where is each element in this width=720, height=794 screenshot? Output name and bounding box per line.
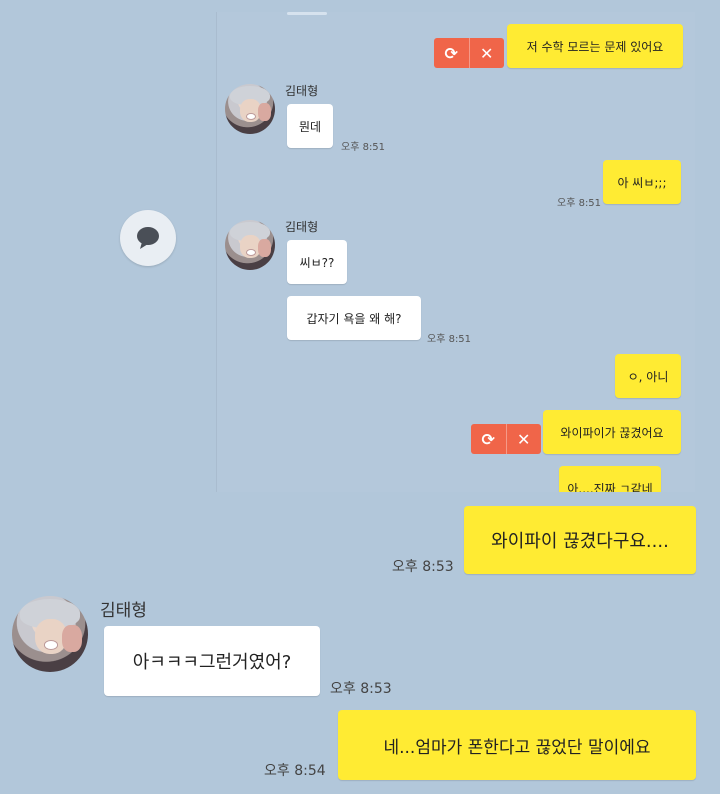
scroll-indicator bbox=[287, 12, 327, 15]
message-time: 오후 8:51 bbox=[557, 198, 602, 209]
failed-message-actions: ⟳ ✕ bbox=[434, 38, 504, 68]
inner-chat-screenshot: ⟳ ✕ 저 수학 모르는 문제 있어요 김태형 뭔데 오후 8:51 오후 8:… bbox=[216, 12, 695, 492]
chat-bubble-button[interactable] bbox=[120, 210, 176, 266]
message-bubble[interactable]: 와이파이가 끊겼어요 bbox=[543, 410, 681, 454]
message-time: 오후 8:54 bbox=[264, 763, 326, 779]
sender-name: 김태형 bbox=[100, 601, 147, 621]
message-bubble[interactable]: 와이파이 끊겼다구요.... bbox=[464, 506, 696, 574]
close-icon[interactable]: ✕ bbox=[507, 424, 542, 454]
sender-name: 김태형 bbox=[285, 84, 319, 98]
retry-icon[interactable]: ⟳ bbox=[471, 424, 507, 454]
message-bubble[interactable]: 씨ㅂ?? bbox=[287, 240, 347, 284]
message-bubble[interactable]: 갑자기 욕을 왜 해? bbox=[287, 296, 421, 340]
message-time: 오후 8:53 bbox=[392, 559, 454, 575]
avatar[interactable] bbox=[225, 220, 275, 270]
message-bubble[interactable]: 네...엄마가 폰한다고 끊었단 말이에요 bbox=[338, 710, 696, 780]
message-bubble[interactable]: 저 수학 모르는 문제 있어요 bbox=[507, 24, 683, 68]
avatar[interactable] bbox=[12, 596, 88, 672]
message-bubble[interactable]: 아ㅋㅋㅋ그런거였어? bbox=[104, 626, 320, 696]
message-time: 오후 8:51 bbox=[427, 334, 472, 345]
speech-bubble-icon bbox=[137, 227, 159, 249]
message-time: 오후 8:51 bbox=[341, 142, 386, 153]
retry-icon[interactable]: ⟳ bbox=[434, 38, 470, 68]
message-bubble[interactable]: 아 씨ㅂ;;; bbox=[603, 160, 681, 204]
message-bubble[interactable]: ㅇ, 아니 bbox=[615, 354, 681, 398]
message-bubble[interactable]: 뭔데 bbox=[287, 104, 333, 148]
close-icon[interactable]: ✕ bbox=[470, 38, 505, 68]
failed-message-actions: ⟳ ✕ bbox=[471, 424, 541, 454]
sender-name: 김태형 bbox=[285, 220, 319, 234]
avatar[interactable] bbox=[225, 84, 275, 134]
message-bubble[interactable]: 아....진짜 ㄱ같네 bbox=[559, 466, 661, 492]
message-time: 오후 8:53 bbox=[330, 681, 392, 697]
